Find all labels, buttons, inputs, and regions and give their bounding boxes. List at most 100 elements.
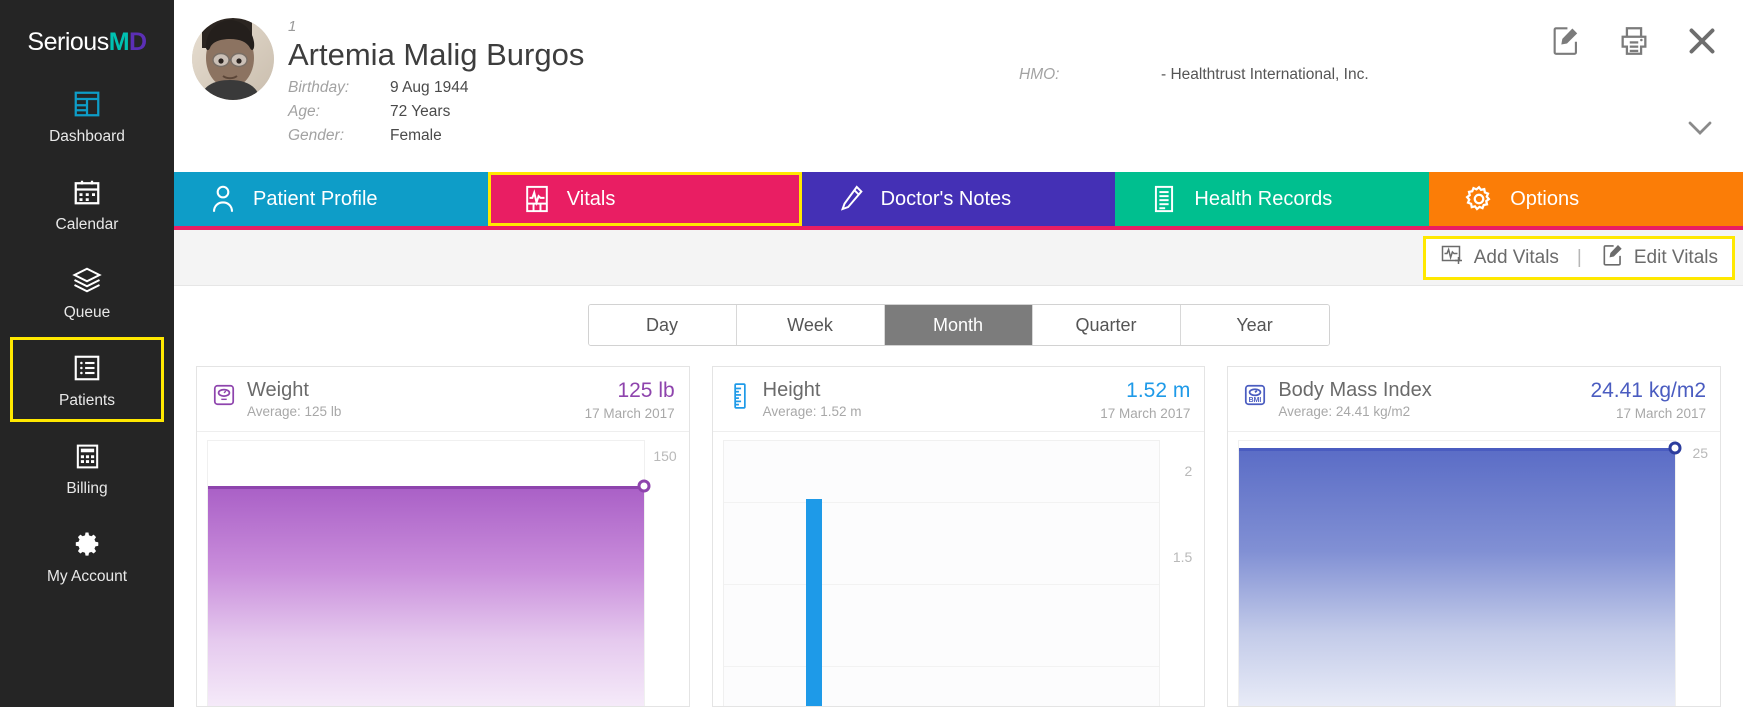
sidebar-item-calendar[interactable]: Calendar (10, 161, 164, 246)
main-area: 1 Artemia Malig Burgos Birthday: 9 Aug 1… (174, 0, 1743, 707)
patient-detail-row: Age: 72 Years (288, 100, 718, 124)
card-date: 17 March 2017 (1615, 405, 1707, 421)
card-value: 24.41 kg/m2 (1590, 379, 1707, 402)
bmi-data-point[interactable] (1668, 441, 1682, 455)
card-header-left: BMI Body Mass Index Average: 24.41 kg/m2 (1242, 379, 1432, 421)
vitals-card-height[interactable]: Height Average: 1.52 m 1.52 m 17 March 2… (711, 366, 1206, 707)
edit-vitals-icon (1600, 242, 1626, 274)
hmo-label: HMO: (1019, 66, 1060, 83)
sidebar-item-label: Queue (63, 304, 111, 321)
sidebar-item-label: My Account (46, 568, 128, 585)
sidebar-item-queue[interactable]: Queue (10, 249, 164, 334)
weight-data-point[interactable] (637, 479, 651, 493)
page-title: Artemia Malig Burgos (288, 37, 585, 72)
edit-note-icon[interactable] (1547, 22, 1585, 60)
card-title: Weight (247, 379, 309, 401)
sidebar-item-patients[interactable]: Patients (10, 337, 164, 422)
card-average: Average: 24.41 kg/m2 (1278, 404, 1411, 420)
hmo-value: - Healthtrust International, Inc. (1161, 66, 1369, 83)
tab-doctors-notes[interactable]: Doctor's Notes (801, 172, 1116, 226)
scale-icon (211, 382, 237, 410)
bmi-axis-tick: 25 (1692, 444, 1709, 461)
calculator-icon (73, 437, 102, 475)
card-header: Weight Average: 125 lb 125 lb 17 March 2… (197, 367, 689, 431)
height-bar[interactable] (806, 498, 823, 706)
period-button-year[interactable]: Year (1180, 305, 1329, 345)
person-icon (209, 184, 237, 214)
toolbar-separator: | (1576, 246, 1582, 268)
sidebar-item-my-account[interactable]: My Account (10, 513, 164, 598)
tab-options[interactable]: Options (1429, 172, 1743, 226)
card-average: Average: 1.52 m (762, 404, 862, 420)
print-icon[interactable] (1615, 22, 1653, 60)
card-header-right: 125 lb 17 March 2017 (585, 379, 675, 421)
height-chart: 2 1.5 (712, 430, 1205, 706)
pen-icon (837, 184, 865, 214)
dashboard-icon (72, 85, 102, 123)
ruler-icon (727, 382, 753, 410)
add-vitals-button[interactable]: Add Vitals (1440, 243, 1559, 273)
patient-info: 1 Artemia Malig Burgos Birthday: 9 Aug 1… (288, 14, 718, 172)
patient-header: 1 Artemia Malig Burgos Birthday: 9 Aug 1… (174, 0, 1743, 172)
header-actions (1547, 22, 1721, 60)
patient-detail-label: Birthday: (288, 78, 350, 96)
bmi-chart: 25 (1228, 430, 1721, 706)
period-button-quarter[interactable]: Quarter (1032, 305, 1181, 345)
card-date: 17 March 2017 (1100, 405, 1191, 421)
logo-text-d: D (129, 27, 147, 56)
vitals-card-bmi[interactable]: BMI Body Mass Index Average: 24.41 kg/m2… (1227, 366, 1722, 707)
card-header: BMI Body Mass Index Average: 24.41 kg/m2… (1228, 367, 1720, 431)
height-axis-tick: 2 (1184, 463, 1193, 480)
calendar-icon (72, 173, 102, 211)
vitals-card-weight[interactable]: Weight Average: 125 lb 125 lb 17 March 2… (196, 366, 690, 707)
period-button-day[interactable]: Day (588, 305, 737, 345)
edit-vitals-button[interactable]: Edit Vitals (1600, 242, 1718, 274)
card-header: Height Average: 1.52 m 1.52 m 17 March 2… (713, 367, 1205, 431)
chevron-down-icon[interactable] (1685, 118, 1715, 143)
period-button-week[interactable]: Week (736, 305, 885, 345)
tab-label: Patient Profile (253, 187, 378, 210)
card-title: Body Mass Index (1278, 379, 1432, 401)
close-icon[interactable] (1683, 22, 1721, 60)
avatar[interactable] (192, 18, 274, 100)
card-date: 17 March 2017 (584, 405, 675, 421)
gear-icon (1464, 184, 1494, 214)
patient-detail-row: Birthday: 9 Aug 1944 (288, 76, 718, 100)
card-header-left: Weight Average: 125 lb (211, 379, 341, 421)
sidebar-item-dashboard[interactable]: Dashboard (10, 73, 164, 158)
logo-text-primary: Serious (27, 27, 109, 56)
vitals-toolbar: Add Vitals | Edit Vitals (174, 230, 1743, 286)
app-logo[interactable]: SeriousMD (0, 0, 174, 70)
gear-icon (71, 525, 103, 563)
sidebar-item-billing[interactable]: Billing (10, 425, 164, 510)
bmi-plot-area (1238, 439, 1682, 706)
period-button-month[interactable]: Month (884, 305, 1033, 345)
weight-axis-tick: 150 (653, 447, 677, 464)
vitals-icon (523, 184, 551, 214)
card-header-right: 24.41 kg/m2 17 March 2017 (1590, 379, 1706, 421)
tab-vitals[interactable]: Vitals (487, 172, 802, 226)
card-average: Average: 125 lb (247, 404, 342, 420)
period-selector-wrap: Day Week Month Quarter Year (174, 286, 1743, 360)
add-vitals-icon (1440, 243, 1466, 273)
svg-text:BMI: BMI (1249, 397, 1262, 404)
card-header-right: 1.52 m 17 March 2017 (1100, 379, 1190, 421)
vitals-cards: Weight Average: 125 lb 125 lb 17 March 2… (174, 360, 1743, 707)
tab-label: Options (1510, 187, 1580, 210)
vitals-actions-group: Add Vitals | Edit Vitals (1422, 235, 1735, 280)
card-value: 1.52 m (1126, 379, 1191, 402)
tab-patient-profile[interactable]: Patient Profile (174, 172, 488, 226)
weight-chart: 150 (197, 430, 689, 706)
card-title: Height (762, 379, 821, 401)
logo-text-m: M (108, 27, 130, 56)
layers-icon (71, 261, 103, 299)
height-plot-area (722, 439, 1161, 706)
period-selector: Day Week Month Quarter Year (587, 304, 1330, 346)
sidebar-item-label: Dashboard (49, 128, 125, 145)
patient-tabbar: Patient Profile Vitals Doctor's Notes He… (174, 172, 1743, 230)
sidebar-item-label: Patients (58, 392, 115, 409)
sidebar-item-label: Billing (66, 480, 108, 497)
patient-detail-value: 9 Aug 1944 (390, 78, 469, 96)
tab-health-records[interactable]: Health Records (1115, 172, 1430, 226)
height-axis-tick: 1.5 (1172, 548, 1193, 565)
